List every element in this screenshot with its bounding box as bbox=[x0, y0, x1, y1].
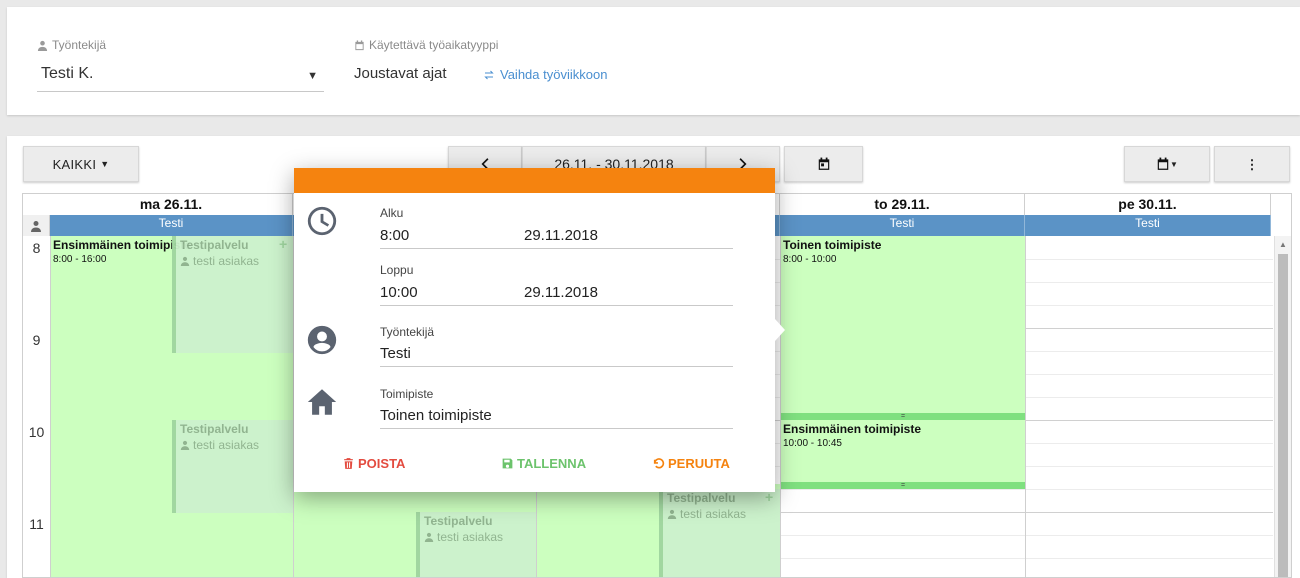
calendar-clock-icon bbox=[355, 39, 364, 50]
resource-header: Testi bbox=[780, 215, 1025, 236]
service-title: Testipalvelu bbox=[180, 238, 249, 252]
start-label: Alku bbox=[380, 206, 404, 220]
popup-pointer bbox=[775, 319, 785, 341]
person-icon bbox=[424, 532, 434, 542]
employee-label: Työntekijä bbox=[37, 38, 106, 52]
calendar-icon bbox=[818, 157, 829, 170]
day-header-thursday[interactable]: to 29.11. bbox=[780, 194, 1025, 215]
calendar-picker-button[interactable] bbox=[784, 146, 863, 182]
start-field[interactable]: 8:00 29.11.2018 bbox=[380, 225, 733, 249]
person-icon bbox=[31, 220, 41, 232]
trash-icon bbox=[344, 458, 353, 469]
employee-select[interactable]: Testi K. ▼ bbox=[37, 62, 324, 92]
caret-down-icon: ▼ bbox=[1170, 159, 1178, 169]
undo-icon bbox=[653, 458, 665, 469]
swap-icon bbox=[484, 70, 494, 79]
more-options-button[interactable]: ⋮ bbox=[1214, 146, 1290, 182]
person-icon bbox=[180, 440, 190, 450]
person-icon bbox=[180, 256, 190, 266]
home-icon bbox=[305, 385, 339, 419]
event-time: 8:00 - 10:00 bbox=[783, 254, 837, 265]
service-booking[interactable]: Testipalvelu testi asiakas bbox=[172, 420, 293, 513]
view-mode-button[interactable]: ▼ bbox=[1124, 146, 1210, 182]
switch-to-workweek-link[interactable]: Vaihda työviikkoon bbox=[483, 67, 607, 82]
add-booking-icon[interactable]: + bbox=[279, 236, 287, 252]
service-title: Testipalvelu bbox=[424, 514, 493, 528]
end-label: Loppu bbox=[380, 263, 414, 277]
calendar-event[interactable]: Toinen toimipiste 8:00 - 10:00 bbox=[781, 236, 1025, 420]
event-edit-popup: Alku 8:00 29.11.2018 Loppu 10:00 29.11.2… bbox=[294, 168, 775, 492]
location-label: Toimipiste bbox=[380, 387, 434, 401]
end-time[interactable]: 10:00 bbox=[380, 284, 418, 301]
end-field[interactable]: 10:00 29.11.2018 bbox=[380, 282, 733, 306]
start-time[interactable]: 8:00 bbox=[380, 227, 409, 244]
calendar-event[interactable]: Ensimmäinen toimipiste 10:00 - 10:45 bbox=[781, 420, 1025, 489]
calendar-scrollbar[interactable]: ▲ bbox=[1274, 236, 1291, 577]
day-header-monday[interactable]: ma 26.11. bbox=[50, 194, 293, 215]
service-title: Testipalvelu bbox=[667, 491, 736, 505]
scroll-up-icon[interactable]: ▲ bbox=[1279, 240, 1287, 249]
event-title: Ensimmäinen toimipiste bbox=[783, 422, 922, 436]
event-title: Toinen toimipiste bbox=[783, 238, 882, 252]
grid-line bbox=[1025, 236, 1026, 577]
hour-label: 10 bbox=[28, 424, 45, 440]
employee-label: Työntekijä bbox=[380, 325, 435, 339]
person-icon bbox=[667, 509, 677, 519]
chevron-down-icon: ▼ bbox=[307, 70, 318, 82]
more-vertical-icon: ⋮ bbox=[1245, 156, 1259, 172]
popup-header bbox=[294, 168, 775, 193]
filter-all-button[interactable]: KAIKKI ▼ bbox=[23, 146, 139, 182]
hour-label: 8 bbox=[32, 240, 41, 256]
day-header-friday[interactable]: pe 30.11. bbox=[1025, 194, 1271, 215]
service-customer: testi asiakas bbox=[180, 254, 289, 268]
save-button[interactable]: TALLENNA bbox=[501, 456, 586, 471]
service-customer: testi asiakas bbox=[180, 438, 289, 452]
start-date[interactable]: 29.11.2018 bbox=[524, 225, 598, 247]
service-customer: testi asiakas bbox=[424, 530, 532, 544]
cancel-button[interactable]: PERUUTA bbox=[652, 456, 730, 471]
resize-handle[interactable]: = bbox=[781, 413, 1025, 420]
clock-icon bbox=[305, 204, 339, 238]
service-booking[interactable]: Testipalvelu testi asiakas bbox=[659, 489, 780, 577]
caret-down-icon: ▼ bbox=[100, 159, 110, 169]
calendar-icon bbox=[1157, 157, 1169, 170]
event-time: 10:00 - 10:45 bbox=[783, 438, 842, 449]
worktime-type-value: Joustavat ajat bbox=[354, 65, 447, 82]
hour-label: 11 bbox=[29, 516, 44, 532]
save-icon bbox=[502, 458, 513, 469]
resource-header-gutter bbox=[23, 215, 50, 236]
worktime-type-label: Käytettävä työaikatyyppi bbox=[354, 38, 498, 52]
resize-handle[interactable]: = bbox=[781, 482, 1025, 489]
filter-card: Työntekijä Testi K. ▼ Käytettävä työaika… bbox=[7, 7, 1300, 115]
scrollbar-thumb[interactable] bbox=[1278, 254, 1288, 577]
location-field[interactable]: Toinen toimipiste bbox=[380, 405, 733, 429]
service-booking[interactable]: Testipalvelu testi asiakas bbox=[416, 512, 536, 577]
hour-label: 9 bbox=[32, 332, 41, 348]
service-title: Testipalvelu bbox=[180, 422, 249, 436]
person-icon bbox=[37, 40, 48, 51]
service-customer: testi asiakas bbox=[667, 507, 776, 521]
service-booking[interactable]: Testipalvelu testi asiakas bbox=[172, 236, 293, 353]
employee-field[interactable]: Testi bbox=[380, 343, 733, 367]
account-circle-icon bbox=[305, 323, 339, 357]
end-date[interactable]: 29.11.2018 bbox=[524, 282, 598, 304]
resource-header: Testi bbox=[1025, 215, 1271, 236]
resource-header: Testi bbox=[50, 215, 293, 236]
delete-button[interactable]: POISTA bbox=[342, 456, 405, 471]
